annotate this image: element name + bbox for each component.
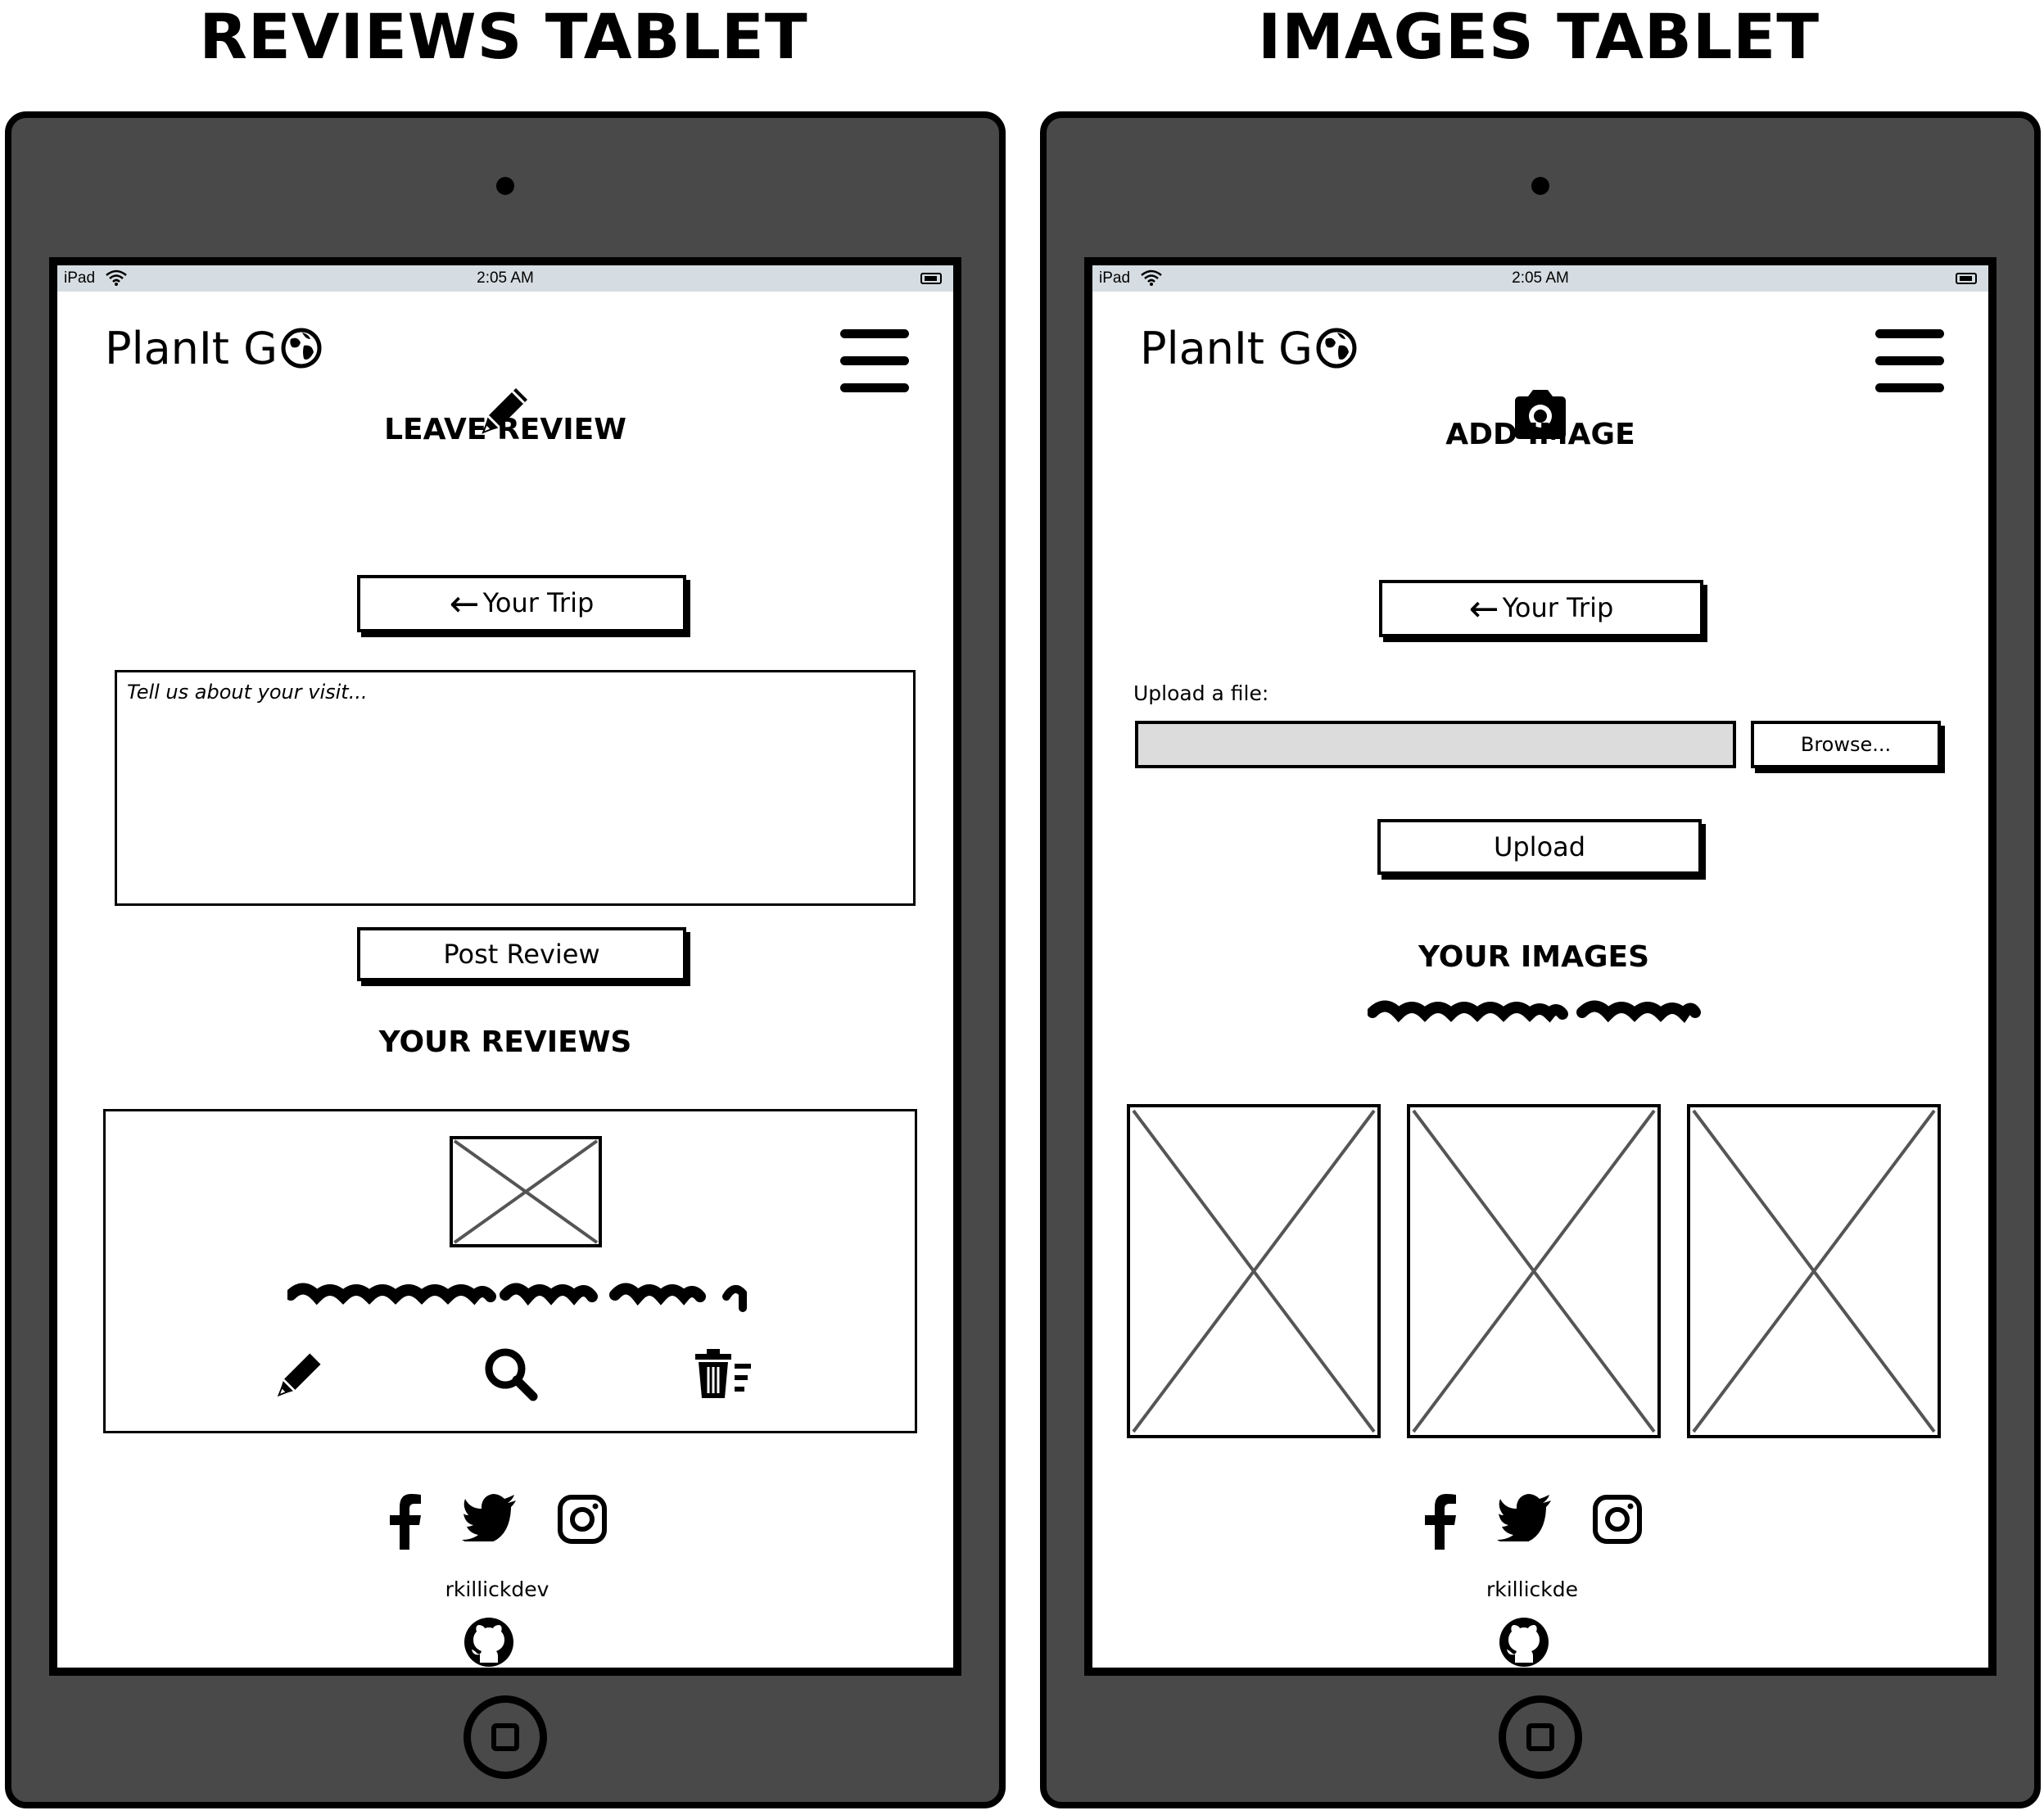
- brand-logo[interactable]: PlanIt G: [1140, 319, 1357, 377]
- instagram-icon[interactable]: [1592, 1494, 1643, 1553]
- edit-review-pencil-icon[interactable]: [271, 1346, 328, 1406]
- brand-text: PlanIt G: [1140, 322, 1313, 374]
- twitter-icon[interactable]: [1497, 1494, 1553, 1553]
- globe-icon: [1316, 328, 1357, 369]
- image-placeholder-2[interactable]: [1407, 1104, 1661, 1438]
- back-to-trip-button[interactable]: ← Your Trip: [1379, 580, 1703, 637]
- post-review-label: Post Review: [443, 939, 600, 970]
- review-image-placeholder: [450, 1136, 602, 1247]
- your-images-title: YOUR IMAGES: [1418, 940, 1650, 974]
- your-reviews-title: YOUR REVIEWS: [378, 1025, 632, 1059]
- camera-dot: [1531, 177, 1549, 195]
- post-review-button[interactable]: Post Review: [357, 927, 686, 981]
- status-bar: iPad 2:05 AM: [57, 265, 953, 292]
- status-bar: iPad 2:05 AM: [1092, 265, 1988, 292]
- menu-hamburger-icon[interactable]: [1875, 329, 1944, 392]
- image-placeholder-3[interactable]: [1687, 1104, 1941, 1438]
- camera-dot: [496, 177, 514, 195]
- twitter-icon[interactable]: [462, 1494, 518, 1553]
- review-textarea[interactable]: Tell us about your visit...: [115, 670, 916, 906]
- social-handle: rkillickde: [1486, 1577, 1578, 1601]
- globe-icon: [281, 328, 322, 369]
- leave-review-title: LEAVE REVIEW: [384, 413, 626, 446]
- images-screen: iPad 2:05 AM PlanIt G ADD IMAGE ← Your Tr…: [1084, 257, 1997, 1676]
- home-button[interactable]: [1499, 1695, 1582, 1779]
- battery-icon: [920, 273, 942, 284]
- reviews-screen: iPad 2:05 AM PlanIt G LEAVE REVIEW ← Your…: [49, 257, 961, 1676]
- social-handle: rkillickdev: [445, 1577, 549, 1601]
- upload-button[interactable]: Upload: [1377, 819, 1702, 875]
- back-to-trip-button[interactable]: ← Your Trip: [357, 575, 686, 632]
- back-button-label: Your Trip: [1502, 592, 1614, 623]
- github-icon[interactable]: [1497, 1615, 1551, 1668]
- back-button-label: Your Trip: [482, 587, 595, 618]
- arrow-left-icon: ←: [1468, 588, 1499, 630]
- brand-logo[interactable]: PlanIt G: [105, 319, 322, 377]
- images-tablet-heading: IMAGES TABLET: [1257, 0, 1820, 73]
- social-links: [1092, 1494, 1988, 1553]
- images-tablet-frame: iPad 2:05 AM PlanIt G ADD IMAGE ← Your Tr…: [1040, 111, 2041, 1808]
- reviews-tablet-heading: REVIEWS TABLET: [199, 0, 808, 73]
- review-placeholder: Tell us about your visit...: [127, 681, 368, 704]
- facebook-icon[interactable]: [1422, 1494, 1458, 1553]
- brand-text: PlanIt G: [105, 322, 278, 374]
- instagram-icon[interactable]: [557, 1494, 608, 1553]
- upload-button-label: Upload: [1493, 831, 1586, 862]
- browse-button-label: Browse...: [1800, 733, 1892, 756]
- images-text-scribble: [1368, 1000, 1701, 1023]
- browse-button[interactable]: Browse...: [1751, 721, 1941, 768]
- arrow-left-icon: ←: [449, 583, 480, 625]
- file-path-input[interactable]: [1135, 721, 1736, 768]
- review-text-scribble: [287, 1283, 747, 1312]
- image-placeholder-1[interactable]: [1127, 1104, 1381, 1438]
- reviews-tablet-frame: iPad 2:05 AM PlanIt G LEAVE REVIEW ← Your…: [5, 111, 1006, 1808]
- facebook-icon[interactable]: [387, 1494, 423, 1553]
- battery-icon: [1956, 273, 1977, 284]
- review-card: [103, 1109, 917, 1433]
- home-button[interactable]: [464, 1695, 547, 1779]
- upload-file-label: Upload a file:: [1133, 681, 1269, 705]
- social-links: [57, 1494, 953, 1553]
- view-review-search-icon[interactable]: [482, 1346, 540, 1406]
- github-icon[interactable]: [462, 1615, 516, 1668]
- delete-review-trash-icon[interactable]: [694, 1349, 753, 1403]
- add-image-title: ADD IMAGE: [1445, 418, 1635, 451]
- status-time: 2:05 AM: [477, 269, 534, 287]
- status-time: 2:05 AM: [1512, 269, 1569, 287]
